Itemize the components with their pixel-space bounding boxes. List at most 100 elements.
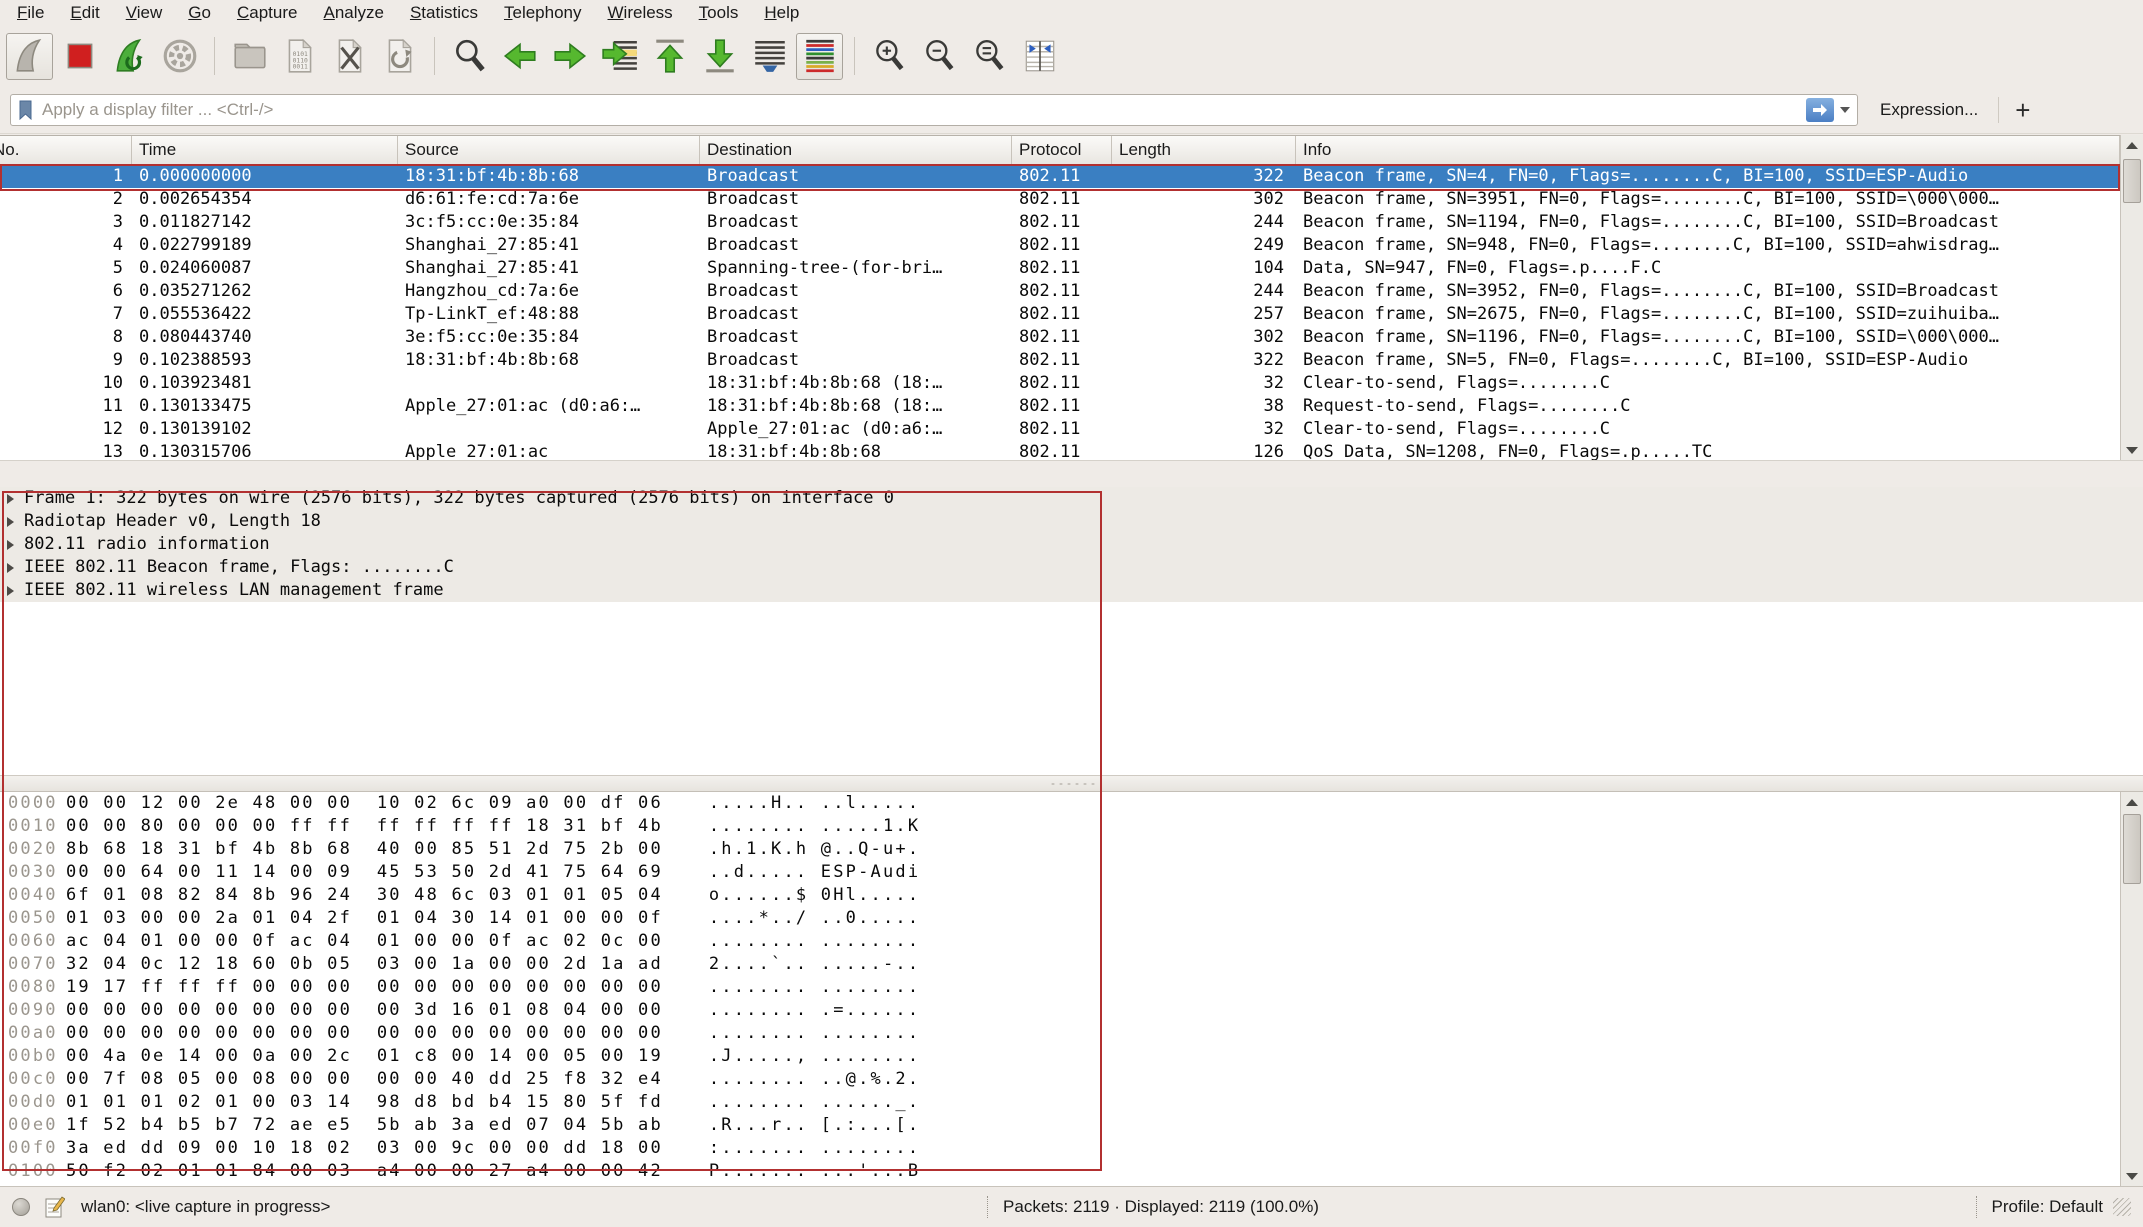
go-last-packet-button[interactable] [696,33,743,80]
auto-scroll-button[interactable] [746,33,793,80]
column-header-length[interactable]: Length [1112,136,1296,164]
packet-list-scrollbar[interactable] [2120,135,2143,460]
packet-row-1[interactable]: 10.00000000018:31:bf:4b:8b:68Broadcast80… [0,165,2120,188]
hex-row-00f0[interactable]: 00f03a ed dd 09 00 10 18 02 03 00 9c 00 … [0,1137,2143,1160]
hex-row-0020[interactable]: 00208b 68 18 31 bf 4b 8b 68 40 00 85 51 … [0,838,2143,861]
capture-comment-icon[interactable] [44,1196,65,1218]
hex-row-0060[interactable]: 0060ac 04 01 00 00 0f ac 04 01 00 00 0f … [0,930,2143,953]
menu-help[interactable]: Help [751,2,812,24]
hex-row-00e0[interactable]: 00e01f 52 b4 b5 b7 72 ae e5 5b ab 3a ed … [0,1114,2143,1137]
hex-row-0000[interactable]: 000000 00 12 00 2e 48 00 00 10 02 6c 09 … [0,792,2143,815]
expert-info-icon[interactable] [12,1198,30,1216]
zoom-in-button[interactable] [866,33,913,80]
resize-grip-icon[interactable] [2113,1198,2131,1216]
hex-row-0030[interactable]: 003000 00 64 00 11 14 00 09 45 53 50 2d … [0,861,2143,884]
hex-row-0100[interactable]: 010050 f2 02 01 01 84 00 03 a4 00 00 27 … [0,1160,2143,1183]
hex-row-0080[interactable]: 008019 17 ff ff ff 00 00 00 00 00 00 00 … [0,976,2143,999]
open-file-button[interactable] [226,33,273,80]
hex-row-00d0[interactable]: 00d001 01 01 02 01 00 03 14 98 d8 bd b4 … [0,1091,2143,1114]
packet-row-9[interactable]: 90.10238859318:31:bf:4b:8b:68Broadcast80… [0,349,2120,372]
scroll-down-arrow[interactable] [2121,440,2143,460]
hex-row-0010[interactable]: 001000 00 80 00 00 00 ff ff ff ff ff ff … [0,815,2143,838]
apply-filter-button[interactable] [1806,98,1834,122]
expression-button[interactable]: Expression... [1880,100,1978,120]
menu-wireless[interactable]: Wireless [595,2,686,24]
scrollbar-thumb[interactable] [2123,159,2141,203]
hex-row-00a0[interactable]: 00a000 00 00 00 00 00 00 00 00 00 00 00 … [0,1022,2143,1045]
packet-row-5[interactable]: 50.024060087Shanghai_27:85:41Spanning-tr… [0,257,2120,280]
reload-file-button[interactable] [376,33,423,80]
packet-row-13[interactable]: 130.130315706Apple_27:01:ac18:31:bf:4b:8… [0,441,2120,460]
go-to-packet-button[interactable] [596,33,643,80]
packet-row-8[interactable]: 80.0804437403e:f5:cc:0e:35:84Broadcast80… [0,326,2120,349]
hex-row-0070[interactable]: 007032 04 0c 12 18 60 0b 05 03 00 1a 00 … [0,953,2143,976]
hex-row-00c0[interactable]: 00c000 7f 08 05 00 08 00 00 00 00 40 dd … [0,1068,2143,1091]
menu-capture[interactable]: Capture [224,2,310,24]
start-capture-button[interactable] [6,33,53,80]
add-filter-button[interactable]: + [2015,97,2030,123]
filter-history-dropdown[interactable] [1840,107,1850,113]
go-forward-button[interactable] [546,33,593,80]
find-packet-button[interactable] [446,33,493,80]
zoom-out-button[interactable] [916,33,963,80]
display-filter-input[interactable]: Apply a display filter ... <Ctrl-/> [10,94,1858,126]
hex-row-0040[interactable]: 00406f 01 08 82 84 8b 96 24 30 48 6c 03 … [0,884,2143,907]
packet-row-2[interactable]: 20.002654354d6:61:fe:cd:7a:6eBroadcast80… [0,188,2120,211]
menu-view[interactable]: View [113,2,176,24]
scroll-up-arrow[interactable] [2121,792,2143,812]
hex-row-0050[interactable]: 005001 03 00 00 2a 01 04 2f 01 04 30 14 … [0,907,2143,930]
capture-options-button[interactable] [156,33,203,80]
column-header-no[interactable]: No. [0,136,132,164]
column-header-destination[interactable]: Destination [700,136,1012,164]
go-first-packet-button[interactable] [646,33,693,80]
detail-row-4[interactable]: IEEE 802.11 wireless LAN management fram… [0,579,2143,602]
hex-row-0090[interactable]: 009000 00 00 00 00 00 00 00 00 3d 16 01 … [0,999,2143,1022]
resize-columns-icon [1021,37,1059,75]
detail-row-3[interactable]: IEEE 802.11 Beacon frame, Flags: .......… [0,556,2143,579]
packet-row-11[interactable]: 110.130133475Apple_27:01:ac (d0:a6:…18:3… [0,395,2120,418]
scroll-down-arrow[interactable] [2121,1166,2143,1186]
column-header-info[interactable]: Info [1296,136,2120,164]
scroll-up-arrow[interactable] [2121,135,2143,155]
detail-row-0[interactable]: Frame 1: 322 bytes on wire (2576 bits), … [0,487,2143,510]
menu-analyze[interactable]: Analyze [310,2,396,24]
menu-go[interactable]: Go [175,2,224,24]
column-header-protocol[interactable]: Protocol [1012,136,1112,164]
menu-telephony[interactable]: Telephony [491,2,595,24]
expand-arrow-icon[interactable] [7,540,14,550]
expand-arrow-icon[interactable] [7,586,14,596]
packet-bytes-scrollbar[interactable] [2120,792,2143,1186]
menu-edit[interactable]: Edit [57,2,112,24]
expand-arrow-icon[interactable] [7,517,14,527]
column-header-time[interactable]: Time [132,136,398,164]
menu-file[interactable]: File [4,2,57,24]
pane-splitter-top[interactable] [0,460,2143,488]
resize-columns-button[interactable] [1016,33,1063,80]
scrollbar-thumb[interactable] [2123,814,2141,884]
close-file-button[interactable] [326,33,373,80]
packet-row-3[interactable]: 30.0118271423c:f5:cc:0e:35:84Broadcast80… [0,211,2120,234]
menu-tools[interactable]: Tools [686,2,752,24]
detail-row-2[interactable]: 802.11 radio information [0,533,2143,556]
packet-row-4[interactable]: 40.022799189Shanghai_27:85:41Broadcast80… [0,234,2120,257]
detail-row-1[interactable]: Radiotap Header v0, Length 18 [0,510,2143,533]
restart-capture-button[interactable] [106,33,153,80]
bookmark-icon[interactable] [18,100,33,120]
packet-row-12[interactable]: 120.130139102Apple_27:01:ac (d0:a6:…802.… [0,418,2120,441]
packet-row-10[interactable]: 100.10392348118:31:bf:4b:8b:68 (18:…802.… [0,372,2120,395]
expand-arrow-icon[interactable] [7,563,14,573]
packet-row-6[interactable]: 60.035271262Hangzhou_cd:7a:6eBroadcast80… [0,280,2120,303]
save-file-button[interactable]: 0101 0110 0011 [276,33,323,80]
menu-statistics[interactable]: Statistics [397,2,491,24]
column-header-source[interactable]: Source [398,136,700,164]
zoom-original-button[interactable] [966,33,1013,80]
hex-row-00b0[interactable]: 00b000 4a 0e 14 00 0a 00 2c 01 c8 00 14 … [0,1045,2143,1068]
colorize-packets-button[interactable] [796,33,843,80]
status-separator [987,1196,989,1218]
stop-capture-button[interactable] [56,33,103,80]
pane-splitter-bottom[interactable] [0,775,2143,792]
go-back-button[interactable] [496,33,543,80]
packet-row-7[interactable]: 70.055536422Tp-LinkT_ef:48:88Broadcast80… [0,303,2120,326]
expand-arrow-icon[interactable] [7,494,14,504]
profile-status[interactable]: Profile: Default [1992,1197,2104,1217]
